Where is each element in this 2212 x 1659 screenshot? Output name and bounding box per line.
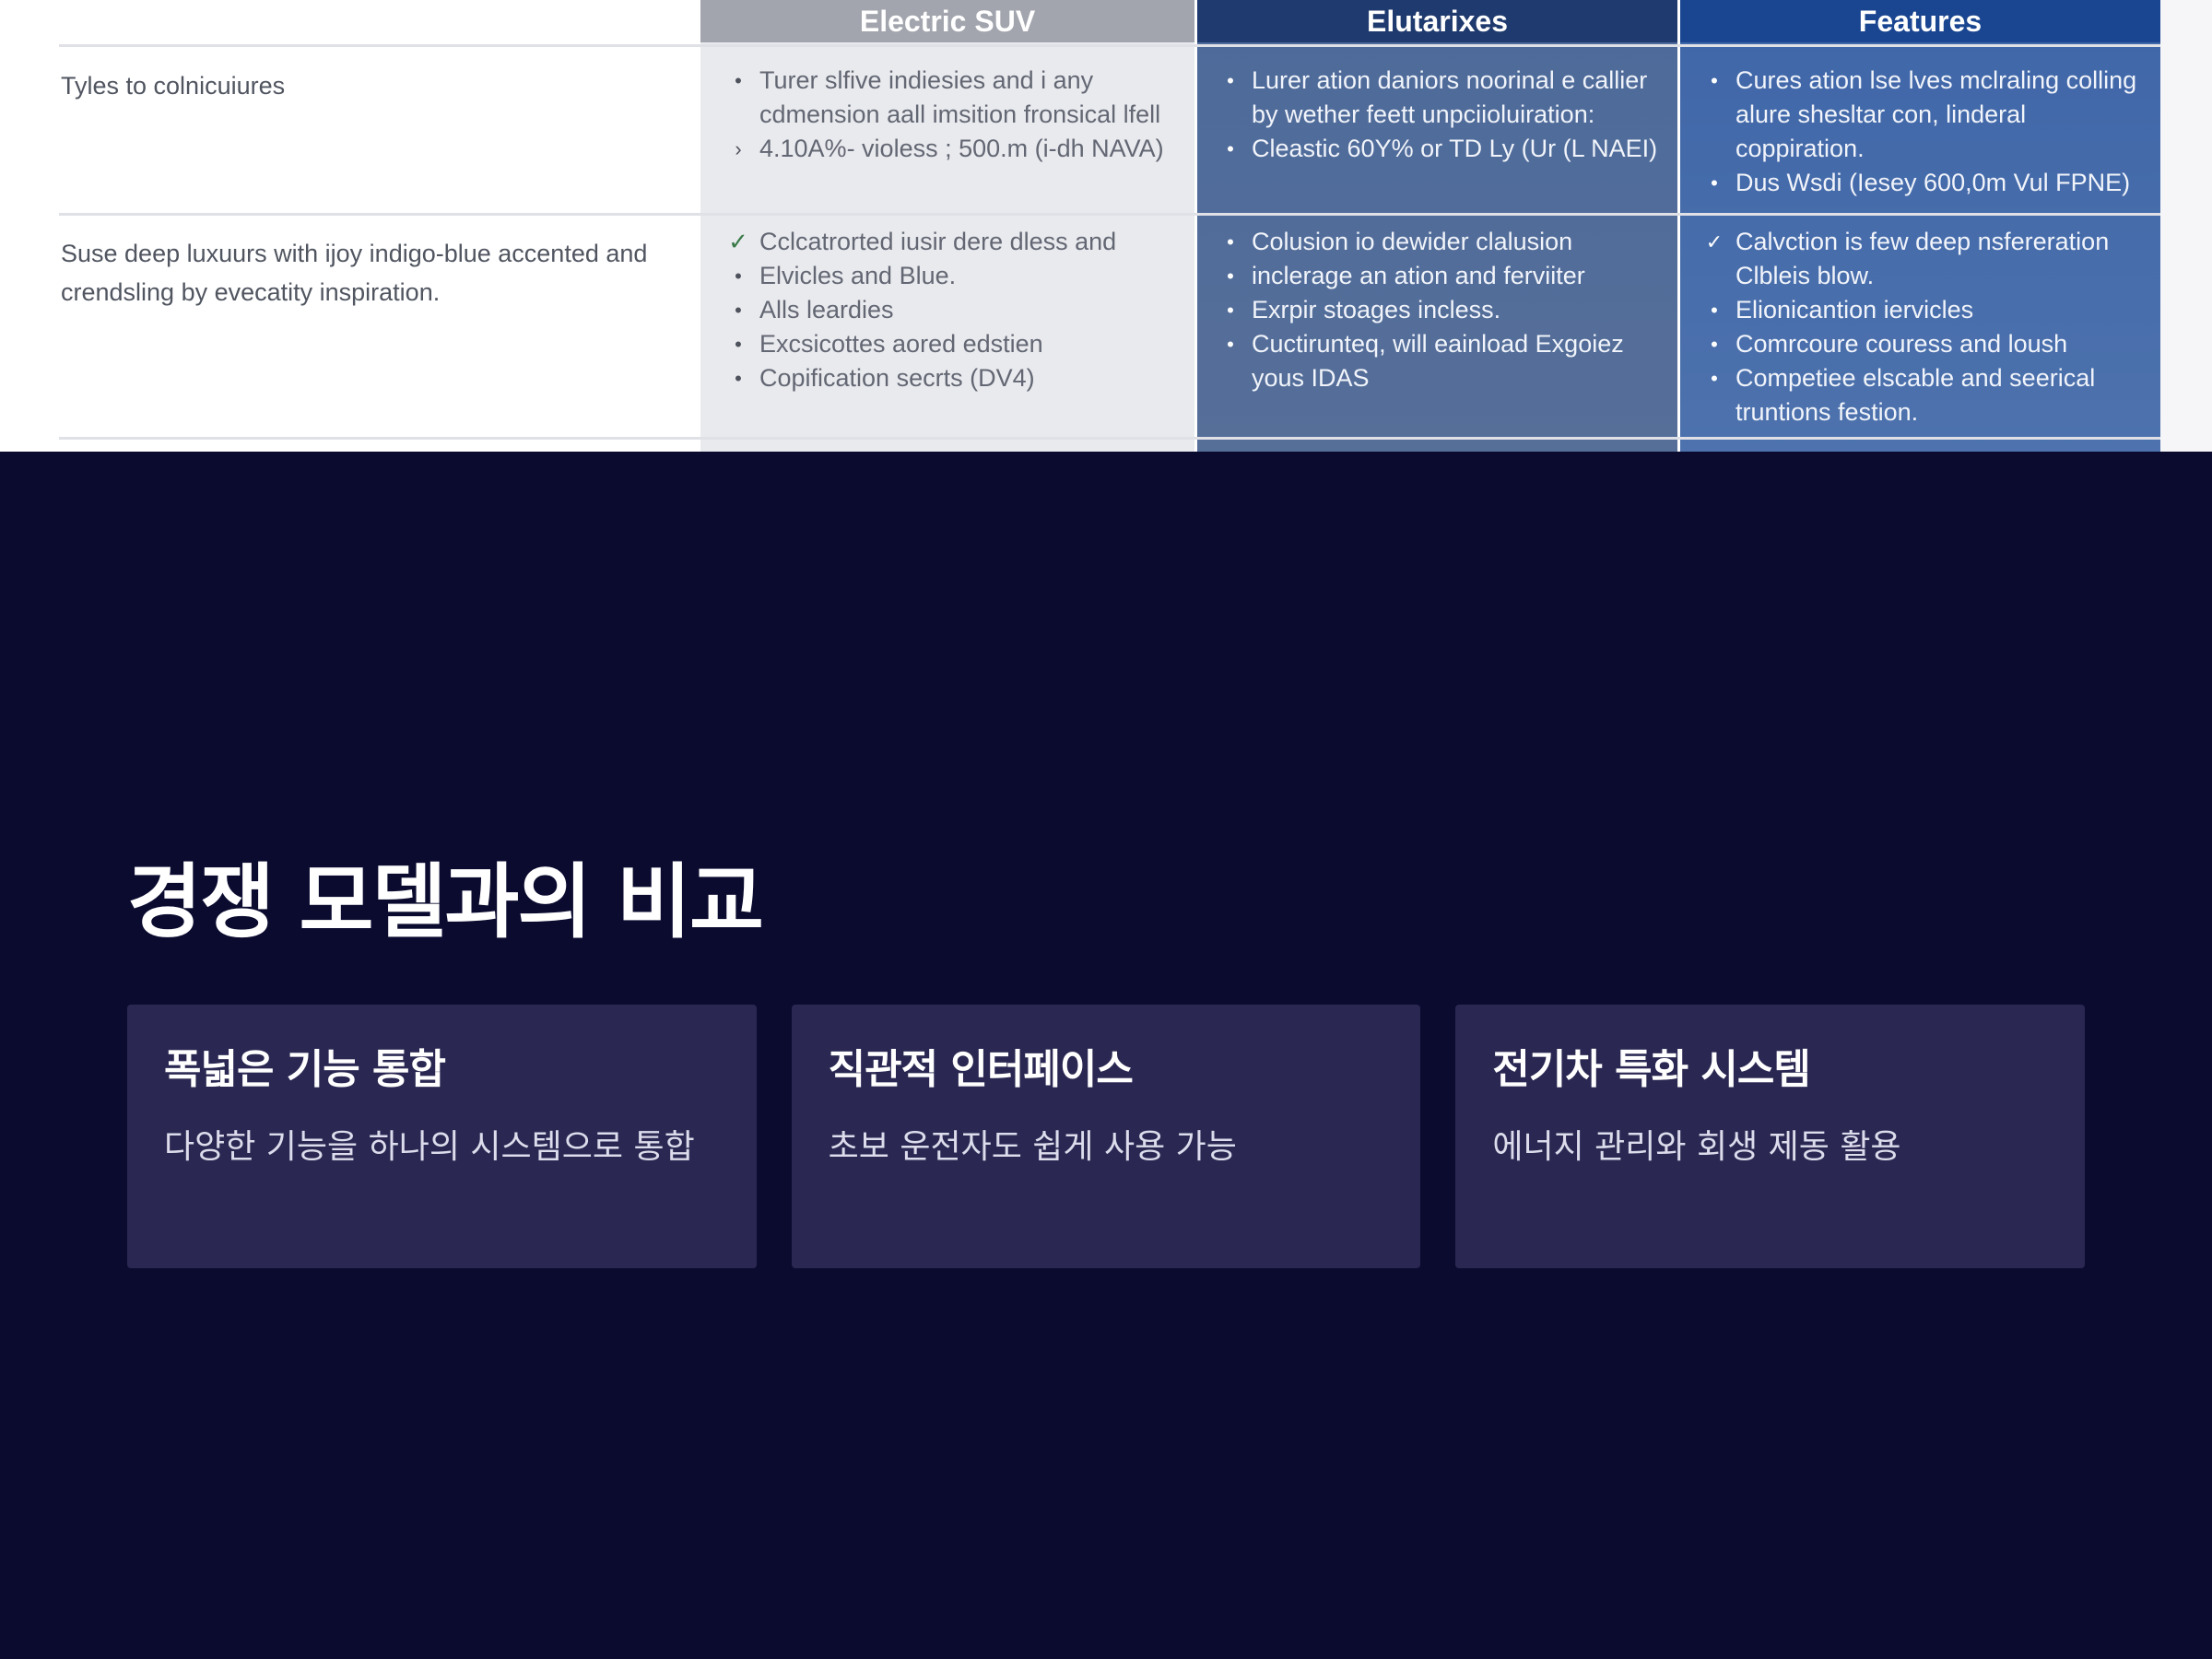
list-item: • Copification secrts (DV4) — [724, 361, 1167, 395]
list-item: • Competiee elscable and seerical truntio… — [1700, 361, 2152, 429]
list-item: • Comrcoure couress and loush — [1700, 327, 2152, 361]
row-2-feat-list: ✓ Calvction is few deep nsfereration Clbl… — [1700, 225, 2152, 429]
list-item: ✓ Calvction is few deep nsfereration Clbl… — [1700, 225, 2152, 293]
list-item: • inclerage an ation and ferviiter — [1217, 259, 1668, 293]
bullet-icon: • — [1711, 299, 1718, 322]
table-edge — [2160, 0, 2212, 452]
bullet-icon: › — [735, 137, 742, 160]
bullet-icon: • — [1227, 230, 1234, 253]
bullet-icon: • — [735, 333, 742, 356]
bullet-icon: • — [1227, 333, 1234, 356]
list-item: • Turer slfive indiesies and i any cdmens… — [724, 64, 1167, 132]
row-1-feat-list: • Cures ation lse lves mclraling colling … — [1700, 64, 2152, 200]
bullet-icon: • — [1227, 299, 1234, 322]
list-item: › 4.10A%- violess ; 500.m (i-dh NAVA) — [724, 132, 1167, 166]
list-item: • Colusion io dewider clalusion — [1217, 225, 1668, 259]
list-item: • Cuctirunteq, will eainload Exgoiez yous… — [1217, 327, 1668, 395]
feature-card: 전기차 특화 시스템 에너지 관리와 회생 제동 활용 — [1455, 1005, 2086, 1268]
list-item: • Cleastic 60Y% or TD Ly (Ur (L NAEI) — [1217, 132, 1668, 166]
row-label: Tyles to colnicuiures — [61, 72, 286, 100]
bullet-icon: • — [1227, 265, 1234, 288]
list-item: • Alls leardies — [724, 293, 1167, 327]
bullet-icon: • — [1711, 171, 1718, 194]
list-item: • Lurer ation daniors noorinal e callier … — [1217, 64, 1668, 132]
bullet-icon: • — [735, 299, 742, 322]
bullet-icon: • — [1711, 69, 1718, 92]
bullet-icon: • — [735, 367, 742, 390]
row-2-lux-list: • Colusion io dewider clalusion • inclerag… — [1217, 225, 1668, 395]
card-description: 다양한 기능을 하나의 시스템으로 통합 — [164, 1128, 695, 1166]
bullet-icon: • — [735, 69, 742, 92]
card-description: 초보 운전자도 쉽게 사용 가능 — [828, 1128, 1237, 1166]
check-icon: ✓ — [1705, 230, 1724, 253]
row-divider — [59, 213, 2160, 216]
list-item: • Elvicles and Blue. — [724, 259, 1167, 293]
list-item: • Elionicantion iervicles — [1700, 293, 2152, 327]
row-1-ev-list: • Turer slfive indiesies and i any cdmens… — [724, 64, 1167, 166]
bullet-icon: • — [1227, 137, 1234, 160]
row-divider — [59, 44, 2160, 47]
row-2-ev-list: ✓ Cclcatrorted iusir dere dless and • Elvi… — [724, 225, 1167, 395]
list-item: • Dus Wsdi (Iesey 600,0m Vul FPNE) — [1700, 166, 2152, 200]
bullet-icon: • — [1227, 69, 1234, 92]
comparison-table-image: Electric SUV Elutarixes Features Tyles t… — [0, 0, 2212, 452]
feature-card: 폭넓은 기능 통합 다양한 기능을 하나의 시스템으로 통합 — [127, 1005, 757, 1268]
header-electric-suv: Electric SUV — [700, 0, 1194, 42]
section-title: 경쟁 모델과의 비교 — [127, 854, 764, 949]
bullet-icon: • — [735, 265, 742, 288]
bullet-icon: • — [1711, 367, 1718, 390]
card-title: 직관적 인터페이스 — [828, 1046, 1134, 1093]
list-item: ✓ Cclcatrorted iusir dere dless and — [724, 225, 1167, 259]
row-1-lux-list: • Lurer ation daniors noorinal e callier … — [1217, 64, 1668, 166]
list-item: • Excsicottes aored edstien — [724, 327, 1167, 361]
header-features: Features — [1680, 0, 2160, 42]
header-luxury: Elutarixes — [1197, 0, 1677, 42]
card-description: 에너지 관리와 회생 제동 활용 — [1492, 1128, 1901, 1166]
card-title: 전기차 특화 시스템 — [1492, 1046, 1810, 1093]
check-icon: ✓ — [728, 228, 748, 255]
list-item: • Exrpir stoages incless. — [1217, 293, 1668, 327]
feature-card: 직관적 인터페이스 초보 운전자도 쉽게 사용 가능 — [791, 1005, 1421, 1268]
row-label: Suse deep luxuurs with ijoy indigo-blue … — [61, 240, 648, 306]
list-item: • Cures ation lse lves mclraling colling … — [1700, 64, 2152, 166]
bullet-icon: • — [1711, 333, 1718, 356]
row-divider — [59, 437, 2160, 440]
feature-cards: 폭넓은 기능 통합 다양한 기능을 하나의 시스템으로 통합 직관적 인터페이스… — [127, 1005, 2086, 1268]
card-title: 폭넓은 기능 통합 — [164, 1046, 446, 1093]
